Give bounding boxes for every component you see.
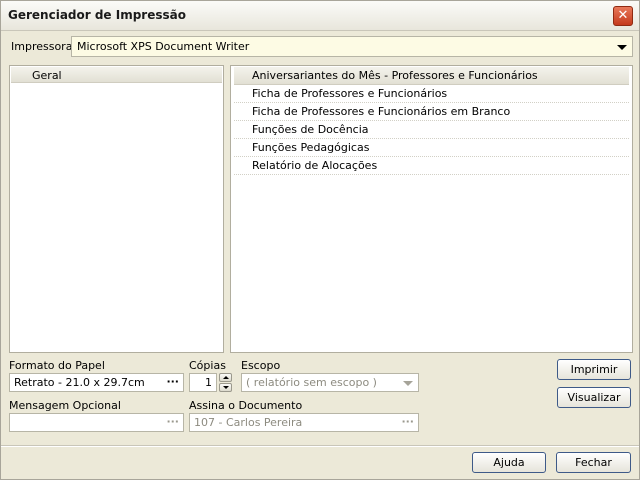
printer-label: Impressora	[11, 40, 73, 53]
copies-down-button[interactable]	[219, 383, 232, 392]
report-item[interactable]: Ficha de Professores e Funcionários	[234, 85, 629, 103]
printer-select[interactable]: Microsoft XPS Document Writer	[71, 36, 633, 57]
close-window-button[interactable]: ✕	[613, 6, 633, 26]
paper-format-label: Formato do Papel	[9, 359, 105, 372]
window-title: Gerenciador de Impressão	[8, 8, 186, 22]
preview-button[interactable]: Visualizar	[557, 387, 631, 408]
copies-stepper[interactable]: 1	[189, 373, 234, 392]
chevron-down-icon	[403, 381, 413, 386]
report-item-label: Ficha de Professores e Funcionários	[252, 87, 448, 100]
close-icon: ✕	[617, 8, 629, 23]
printer-value: Microsoft XPS Document Writer	[77, 40, 250, 53]
close-button[interactable]: Fechar	[556, 452, 631, 473]
category-header[interactable]: Geral	[11, 67, 222, 83]
report-item[interactable]: Funções Pedagógicas	[234, 139, 629, 157]
report-item-label: Aniversariantes do Mês - Professores e F…	[252, 69, 538, 82]
report-item[interactable]: Relatório de Alocações	[234, 157, 629, 175]
report-item[interactable]: Funções de Docência	[234, 121, 629, 139]
report-item-label: Funções de Docência	[252, 123, 369, 136]
optional-message-label: Mensagem Opcional	[9, 399, 121, 412]
report-item[interactable]: Ficha de Professores e Funcionários em B…	[234, 103, 629, 121]
scope-placeholder: ( relatório sem escopo )	[246, 376, 377, 389]
footer-divider	[1, 445, 639, 447]
print-manager-window: Gerenciador de Impressão ✕ Impressora Mi…	[0, 0, 640, 480]
report-list[interactable]: Aniversariantes do Mês - Professores e F…	[230, 65, 633, 353]
copies-input[interactable]: 1	[189, 373, 217, 392]
signer-value: 107 - Carlos Pereira	[194, 416, 303, 429]
report-item-label: Ficha de Professores e Funcionários em B…	[252, 105, 511, 118]
title-bar: Gerenciador de Impressão ✕	[1, 1, 639, 31]
chevron-down-icon	[617, 45, 627, 50]
optional-message-field[interactable]: ···	[9, 413, 184, 432]
scope-label: Escopo	[241, 359, 281, 372]
signer-label: Assina o Documento	[189, 399, 303, 412]
paper-format-ellipsis-button[interactable]: ···	[166, 375, 179, 388]
copies-up-button[interactable]	[219, 373, 232, 382]
print-button[interactable]: Imprimir	[557, 359, 631, 380]
copies-value: 1	[205, 376, 212, 389]
signer-ellipsis-button[interactable]: ···	[401, 415, 414, 428]
report-item-label: Funções Pedagógicas	[252, 141, 370, 154]
help-button[interactable]: Ajuda	[472, 452, 546, 473]
paper-format-value: Retrato - 21.0 x 29.7cm	[14, 376, 145, 389]
copies-label: Cópias	[189, 359, 226, 372]
optional-message-ellipsis-button[interactable]: ···	[166, 415, 179, 428]
signer-field[interactable]: 107 - Carlos Pereira ···	[189, 413, 419, 432]
category-header-label: Geral	[32, 69, 62, 82]
report-item[interactable]: Aniversariantes do Mês - Professores e F…	[234, 67, 629, 85]
paper-format-field[interactable]: Retrato - 21.0 x 29.7cm ···	[9, 373, 184, 392]
scope-select[interactable]: ( relatório sem escopo )	[241, 373, 419, 392]
category-list[interactable]: Geral	[9, 65, 224, 353]
report-item-label: Relatório de Alocações	[252, 159, 378, 172]
